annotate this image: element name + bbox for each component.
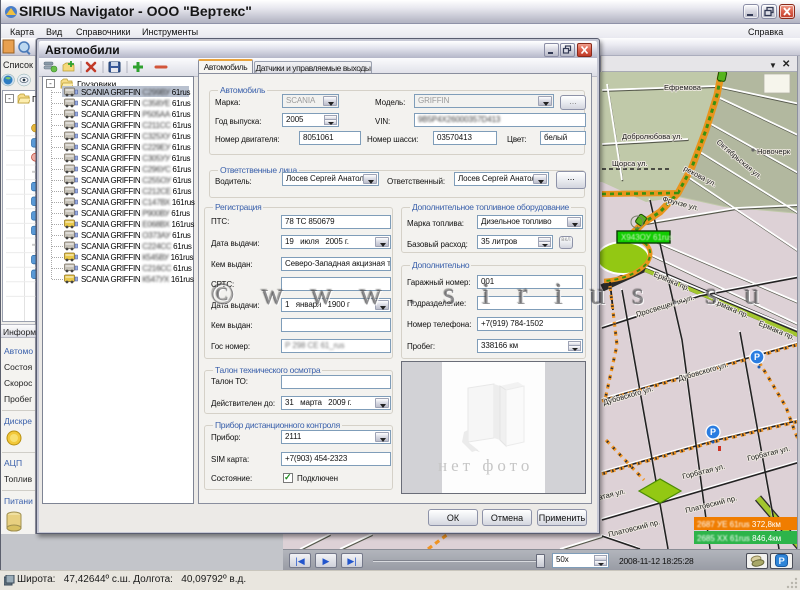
svg-text:2687 УЕ 61rus 372,8км: 2687 УЕ 61rus 372,8км — [697, 520, 781, 529]
svg-text:P: P — [779, 556, 786, 567]
svg-text:Новочерк: Новочерк — [757, 147, 791, 156]
svg-text:Добролюбова ул.: Добролюбова ул. — [622, 132, 682, 141]
svg-text:Ефремова: Ефремова — [664, 83, 702, 92]
svg-text:Щорса ул.: Щорса ул. — [612, 159, 647, 168]
svg-text:P: P — [710, 427, 716, 437]
svg-text:2685 ХХ 61rus 846,4км: 2685 ХХ 61rus 846,4км — [697, 534, 781, 543]
svg-text:P: P — [754, 352, 760, 362]
svg-text:Х943ОУ 61rus: Х943ОУ 61rus — [621, 233, 673, 242]
